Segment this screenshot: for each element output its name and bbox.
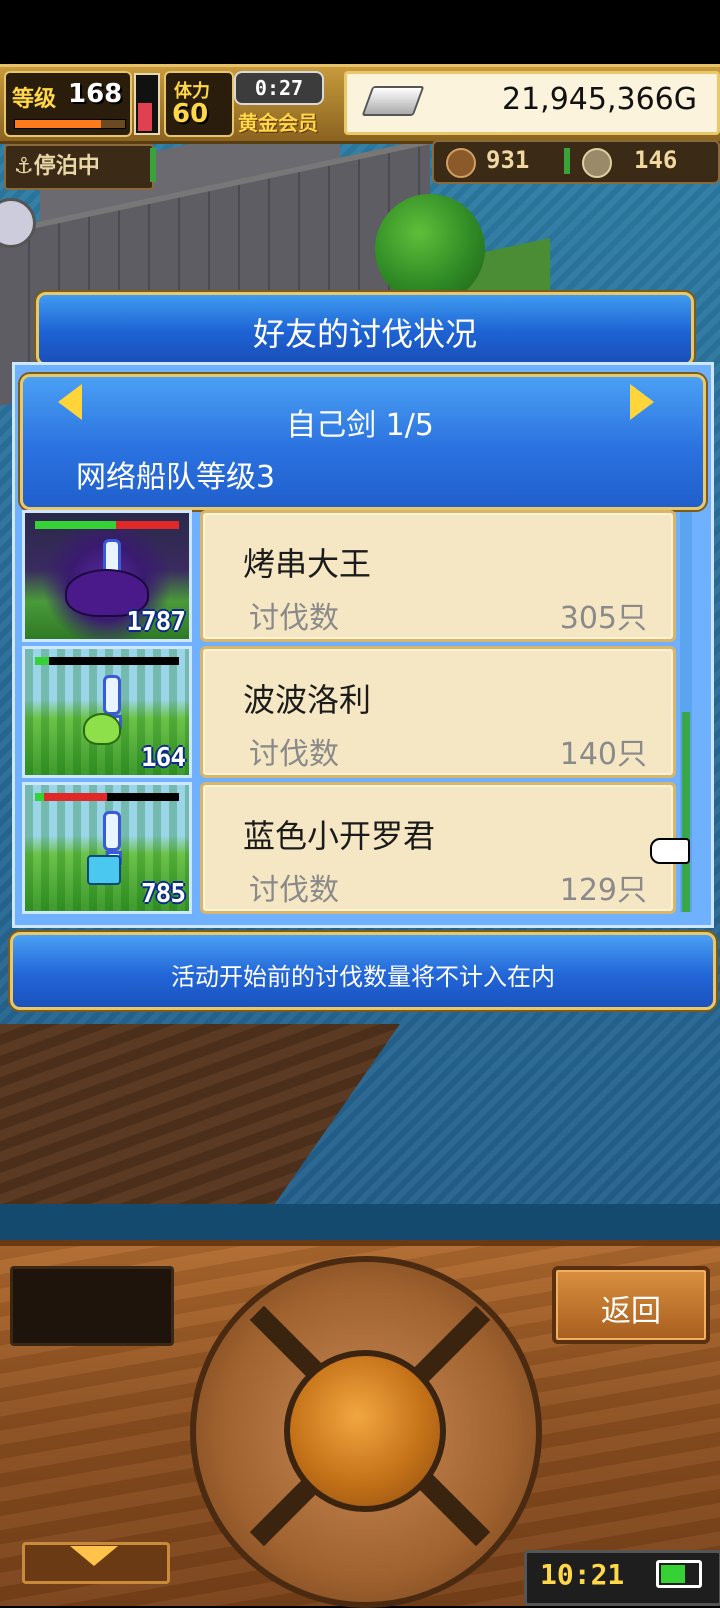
empty-slot [10,1266,174,1346]
hp-bar-red [43,793,107,801]
thumbnail-count: 785 [141,879,186,909]
silver-ingot-icon [361,86,425,116]
friend-thumbnail: 164 [22,646,192,778]
list-item[interactable]: 1787 烤串大王 讨伐数 305只 [22,510,676,642]
docked-status: ⚓停泊中 [4,144,154,190]
friend-name: 蓝色小开罗君 [243,817,436,855]
level-panel: 等级 168 [4,71,132,137]
level-label: 等级 [12,87,57,112]
action-center-button[interactable] [284,1350,446,1512]
list-item[interactable]: 164 波波洛利 讨伐数 140只 [22,646,676,778]
friend-card: 蓝色小开罗君 讨伐数 129只 [200,782,676,914]
robot-sprite [87,855,121,885]
stamina-panel: 体力 60 [164,71,234,137]
alert-icon [103,811,121,851]
fleet-level: 网络船队等级3 [76,460,276,495]
friend-card: 烤串大王 讨伐数 305只 [200,510,676,642]
resource2-value: 146 [634,146,678,174]
gold-amount: 21,945,366G [501,82,697,117]
hp-bar-green [35,793,44,801]
friend-name: 波波洛利 [243,681,372,719]
thumbnail-count: 1787 [126,607,186,637]
kill-count-value: 305只 [559,601,647,636]
game-clock: 10:21 [540,1558,625,1591]
kill-count-value: 140只 [559,737,647,772]
hp-bar-red [115,521,179,529]
resource1-value: 931 [486,146,530,174]
thumbnail-count: 164 [141,743,186,773]
back-button-label: 返回 [601,1294,661,1329]
hp-bar [35,521,179,529]
stamina-value: 60 [172,99,209,129]
kill-count-label: 讨伐数 [249,601,339,636]
stamina-gauge-fill [138,103,152,131]
level-value: 168 [68,79,123,109]
hp-bar-green [35,657,50,665]
control-console: 返回 10:21 [0,1240,720,1608]
alert-icon [103,675,121,715]
top-status-bar: 等级 168 体力 60 0:27 黄金会员 21,945,366G [0,64,720,144]
stamina-gauge [134,73,160,135]
status-indicator [150,148,156,182]
battery-fill [661,1565,685,1583]
kill-count-value: 129只 [559,873,647,908]
monster-name: 自己剑 1/5 [286,408,434,443]
scrollbar-thumb[interactable] [682,712,690,912]
kill-count-label: 讨伐数 [249,737,339,772]
friend-card: 波波洛利 讨伐数 140只 [200,646,676,778]
slime-sprite [83,713,121,745]
notice-text: 活动开始前的讨伐数量将不计入在内 [171,963,555,991]
tree-icon [375,194,485,304]
chevron-down-icon [70,1546,118,1566]
friend-name: 烤串大王 [243,545,372,583]
hp-bar [35,657,179,665]
hand-pointer-icon [650,838,690,864]
resource-divider [564,148,570,174]
dialog-title-banner: 好友的讨伐状况 [36,292,694,366]
friend-thumbnail: 1787 [22,510,192,642]
hp-bar-green [35,521,116,529]
kill-count-label: 讨伐数 [249,873,339,908]
membership-label: 黄金会员 [238,111,318,135]
gold-panel: 21,945,366G [344,71,720,135]
resource-panel: 931 146 [432,140,720,184]
stamina-timer: 0:27 [234,71,324,105]
battery-icon [656,1560,702,1588]
friend-thumbnail: 785 [22,782,192,914]
food-icon [446,148,476,178]
sea-shadow [0,1204,720,1240]
experience-fill [15,120,101,128]
experience-bar [14,119,126,129]
list-item[interactable]: 785 蓝色小开罗君 讨伐数 129只 [22,782,676,914]
hp-bar [35,793,179,801]
back-button[interactable]: 返回 [552,1266,710,1344]
coin-icon [582,148,612,178]
dialog-title: 好友的讨伐状况 [252,315,477,353]
notice-banner: 活动开始前的讨伐数量将不计入在内 [10,932,716,1010]
